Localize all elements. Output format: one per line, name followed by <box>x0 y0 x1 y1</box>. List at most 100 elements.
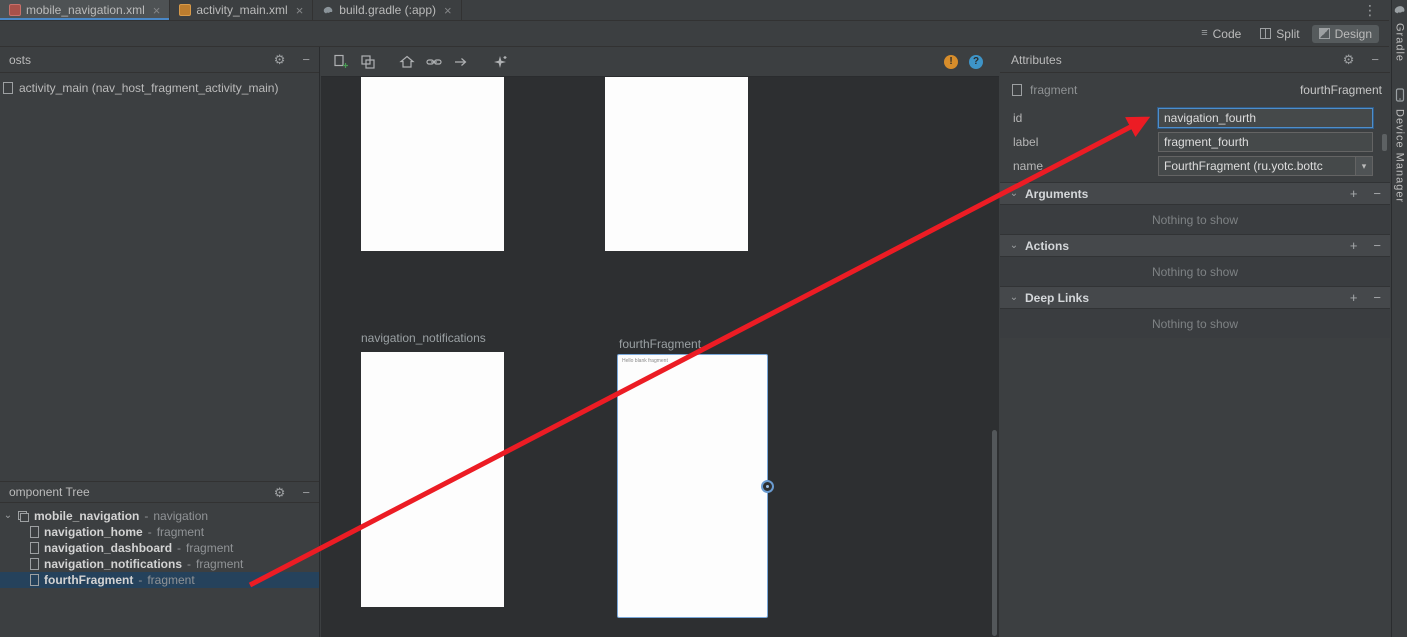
add-icon[interactable]: + <box>1350 239 1358 252</box>
tool-strip-device-manager[interactable]: Device Manager <box>1394 109 1406 203</box>
gradle-file-icon <box>322 4 334 16</box>
tree-item-type: navigation <box>153 509 208 523</box>
warning-icon[interactable]: ! <box>944 55 958 69</box>
close-icon[interactable]: × <box>444 4 452 17</box>
design-icon <box>1319 28 1330 39</box>
id-field-label: id <box>1013 111 1022 125</box>
fragment-icon <box>1012 84 1022 96</box>
section-header-arguments[interactable]: ⌄ Arguments + − <box>1000 182 1390 204</box>
auto-arrange-icon[interactable] <box>492 54 508 70</box>
split-view-button[interactable]: Split <box>1253 25 1306 43</box>
tree-item-sep: - <box>177 541 181 555</box>
fragment-preview-text: Hello blank fragment <box>618 355 767 364</box>
component-tree-header: omponent Tree ⚙ − <box>0 481 319 503</box>
name-dropdown-value: FourthFragment (ru.yotc.bottc <box>1159 157 1355 175</box>
empty-state-text: Nothing to show <box>1152 317 1238 331</box>
device-manager-icon[interactable] <box>1394 88 1406 102</box>
new-destination-icon[interactable] <box>333 54 349 70</box>
minimize-icon[interactable]: − <box>302 53 310 66</box>
label-field-label: label <box>1013 135 1038 149</box>
deep-links-empty-state: Nothing to show <box>1000 308 1390 338</box>
tab-label: mobile_navigation.xml <box>26 3 145 17</box>
android-studio-window: mobile_navigation.xml × activity_main.xm… <box>0 0 1407 637</box>
id-input[interactable] <box>1158 108 1373 128</box>
tree-item-sep: - <box>144 509 148 523</box>
section-header-deep-links[interactable]: ⌄ Deep Links + − <box>1000 286 1390 308</box>
hosts-panel-title: osts <box>9 53 31 67</box>
tree-item-type: fragment <box>196 557 243 571</box>
activity-xml-file-icon <box>179 4 191 16</box>
tab-build-gradle[interactable]: build.gradle (:app) × <box>313 0 461 20</box>
canvas-toolbar: ! ? <box>321 47 999 77</box>
help-icon[interactable]: ? <box>969 55 983 69</box>
gear-icon[interactable]: ⚙ <box>274 486 286 499</box>
attributes-panel: Attributes ⚙ − fragment fourthFragment i… <box>1000 47 1390 637</box>
tab-label: build.gradle (:app) <box>339 3 436 17</box>
connection-handle-dot <box>766 485 769 488</box>
actions-empty-state: Nothing to show <box>1000 256 1390 286</box>
minimize-icon[interactable]: − <box>1371 53 1379 66</box>
tree-item-sep: - <box>148 525 152 539</box>
component-id-value: fourthFragment <box>1300 83 1382 97</box>
name-dropdown[interactable]: FourthFragment (ru.yotc.bottc ▾ <box>1158 156 1373 176</box>
tree-item-mobile-navigation[interactable]: ⌄ mobile_navigation - navigation <box>0 508 319 524</box>
host-item-label: activity_main (nav_host_fragment_activit… <box>19 81 278 95</box>
design-canvas-panel: ! ? navigation_notifications fourthFragm… <box>321 47 999 637</box>
canvas-scrollbar-thumb[interactable] <box>992 430 997 636</box>
fragment-preview-dashboard[interactable] <box>605 77 748 251</box>
close-icon[interactable]: × <box>296 4 304 17</box>
remove-icon[interactable]: − <box>1373 291 1381 304</box>
fragment-label-notifications: navigation_notifications <box>361 331 486 345</box>
home-icon[interactable] <box>399 54 415 70</box>
remove-icon[interactable]: − <box>1373 239 1381 252</box>
section-title: Actions <box>1025 239 1069 253</box>
tree-item-name: navigation_notifications <box>44 557 182 571</box>
code-view-label: Code <box>1213 27 1242 41</box>
host-item-activity-main[interactable]: activity_main (nav_host_fragment_activit… <box>0 81 319 95</box>
connection-handle[interactable] <box>761 480 774 493</box>
tool-strip-gradle[interactable]: Gradle <box>1394 23 1406 62</box>
tree-item-fourth-fragment[interactable]: fourthFragment - fragment <box>0 572 319 588</box>
tree-item-navigation-home[interactable]: navigation_home - fragment <box>0 524 319 540</box>
link-icon[interactable] <box>426 54 442 70</box>
gear-icon[interactable]: ⚙ <box>1343 53 1355 66</box>
tree-item-name: fourthFragment <box>44 573 133 587</box>
section-header-actions[interactable]: ⌄ Actions + − <box>1000 234 1390 256</box>
tree-item-navigation-notifications[interactable]: navigation_notifications - fragment <box>0 556 319 572</box>
close-icon[interactable]: × <box>153 4 161 17</box>
component-type-label: fragment <box>1030 83 1077 97</box>
add-icon[interactable]: + <box>1350 291 1358 304</box>
fragment-preview-notifications[interactable] <box>361 352 504 607</box>
tree-item-navigation-dashboard[interactable]: navigation_dashboard - fragment <box>0 540 319 556</box>
gradle-icon[interactable] <box>1393 3 1406 16</box>
action-arrow-icon[interactable] <box>453 54 469 70</box>
tab-mobile-navigation-xml[interactable]: mobile_navigation.xml × <box>0 0 170 20</box>
empty-state-text: Nothing to show <box>1152 213 1238 227</box>
fragment-preview-home[interactable] <box>361 77 504 251</box>
tab-activity-main-xml[interactable]: activity_main.xml × <box>170 0 313 20</box>
design-view-button[interactable]: Design <box>1312 25 1379 43</box>
label-input[interactable] <box>1158 132 1373 152</box>
navigation-graph-icon <box>18 511 29 522</box>
fragment-preview-fourth-selected[interactable]: Hello blank fragment <box>617 354 768 618</box>
chevron-down-icon[interactable]: ⌄ <box>3 511 13 521</box>
fragment-icon <box>30 574 39 586</box>
gear-icon[interactable]: ⚙ <box>274 53 286 66</box>
editor-tab-bar: mobile_navigation.xml × activity_main.xm… <box>0 0 1389 21</box>
code-view-button[interactable]: ≡ Code <box>1194 25 1248 43</box>
tree-item-type: fragment <box>186 541 233 555</box>
add-icon[interactable]: + <box>1350 187 1358 200</box>
left-panel: osts ⚙ − activity_main (nav_host_fragmen… <box>0 47 320 637</box>
chevron-down-icon[interactable]: ▾ <box>1355 157 1372 175</box>
minimize-icon[interactable]: − <box>302 486 310 499</box>
remove-icon[interactable]: − <box>1373 187 1381 200</box>
chevron-down-icon: ⌄ <box>1009 189 1019 199</box>
tab-label: activity_main.xml <box>196 3 287 17</box>
nested-graph-icon[interactable] <box>360 54 376 70</box>
attributes-scrollbar-thumb[interactable] <box>1382 134 1387 151</box>
kebab-menu-icon[interactable]: ⋮ <box>1363 2 1377 19</box>
arguments-empty-state: Nothing to show <box>1000 204 1390 234</box>
tree-item-type: fragment <box>147 573 194 587</box>
split-view-label: Split <box>1276 27 1299 41</box>
activity-icon <box>3 82 13 94</box>
